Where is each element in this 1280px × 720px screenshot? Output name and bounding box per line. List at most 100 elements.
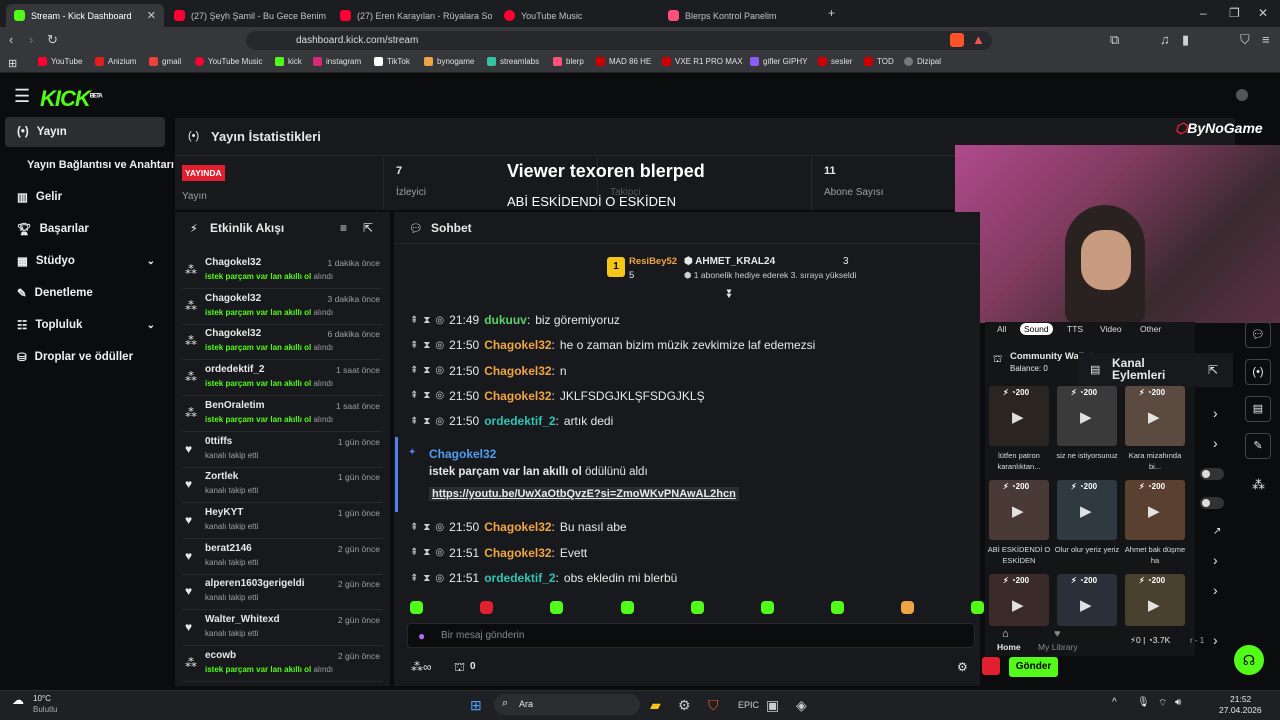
forward-icon[interactable]: › (29, 32, 33, 47)
scroll-down-icon[interactable]: ⏬︎ (727, 287, 733, 302)
sidebar-item-stream-key[interactable]: Yayın Bağlantısı ve Anahtarı (5, 150, 175, 180)
play-icon[interactable]: ▶ (1080, 596, 1092, 614)
brave-icon[interactable]: ⛉ (708, 697, 719, 714)
blerp-tab[interactable]: Other (1136, 323, 1165, 335)
play-icon[interactable]: ▶ (1080, 502, 1092, 520)
bookmark-tod[interactable]: TOD (864, 57, 894, 66)
send-button[interactable]: Gönder (1009, 657, 1058, 677)
shield-icon[interactable]: ⛉ (1240, 32, 1250, 48)
message-user[interactable]: Chagokel32 (484, 520, 551, 534)
message-user[interactable]: ordedektif_2 (484, 414, 555, 428)
event-user[interactable]: BenOraletim (205, 400, 264, 411)
leaderboard-first-user[interactable]: ResiBey52 (629, 256, 677, 267)
play-icon[interactable]: ▶ (1012, 596, 1024, 614)
event-user[interactable]: Chagokel32 (205, 257, 261, 268)
message-user[interactable]: Chagokel32 (484, 546, 551, 560)
apps-grid-icon[interactable]: ⊞ (8, 57, 17, 70)
weather-icon[interactable]: ☁ (12, 693, 24, 707)
blerp-clip[interactable]: ⚡︎ ◔200 ▶ (1057, 574, 1117, 626)
home-icon[interactable]: ⌂ (1002, 628, 1009, 640)
pin-icon[interactable]: ⇞ (410, 547, 418, 558)
blerp-clip[interactable]: ⚡︎ ◔200 ▶ (989, 480, 1049, 540)
minimize-icon[interactable]: – (1200, 6, 1207, 20)
hamburger-menu-icon[interactable]: ☰ (14, 86, 30, 107)
extensions-icon[interactable]: ⧉ (1110, 32, 1119, 48)
toggle-switch[interactable] (1200, 468, 1224, 480)
sidebar-item-studyo[interactable]: ▦ Stüdyo ⌄ (5, 246, 165, 276)
event-user[interactable]: Zortlek (205, 471, 238, 482)
epic-games-icon[interactable]: EPIC (738, 700, 759, 710)
brave-rewards-icon[interactable]: ▲ (972, 32, 985, 47)
timer-icon[interactable]: ⧗ (423, 340, 430, 351)
mic-icon[interactable]: ● (418, 629, 425, 643)
blerp-tab[interactable]: Video (1096, 323, 1126, 335)
store-icon[interactable]: ▣ (766, 697, 779, 714)
bookmark-mad86[interactable]: MAD 86 HE (596, 57, 651, 66)
bookmark-kick[interactable]: kick (275, 57, 302, 66)
stats-icon[interactable]: ↗ (1213, 526, 1221, 537)
blerp-clip[interactable]: ⚡︎ ◔200 ▶ (989, 386, 1049, 446)
play-icon[interactable]: ▶ (1080, 408, 1092, 426)
blerp-clip[interactable]: ⚡︎ ◔200 ▶ (1125, 386, 1185, 446)
message-user[interactable]: Chagokel32 (484, 389, 551, 403)
popout-icon[interactable]: ⇱ (363, 221, 373, 235)
emote-icon[interactable] (901, 601, 914, 614)
library-icon[interactable]: ♥ (1054, 628, 1061, 640)
steam-icon[interactable]: ⚙ (678, 697, 691, 714)
bookmark-gmail[interactable]: gmail (149, 57, 181, 66)
volume-icon[interactable]: 🔊︎ (1175, 697, 1181, 708)
bookmark-vxe[interactable]: VXE R1 PRO MAX (662, 57, 743, 66)
taskbar-search[interactable]: ⌕ Ara (494, 694, 640, 715)
bookmark-anizium[interactable]: Anizium (95, 57, 136, 66)
bookmark-youtube[interactable]: YouTube (38, 57, 82, 66)
layout-toggle-button[interactable]: ▤ (1245, 396, 1271, 422)
play-icon[interactable]: ▶ (1012, 408, 1024, 426)
play-icon[interactable]: ▶ (1012, 502, 1024, 520)
pin-icon[interactable]: ⇞ (410, 522, 418, 533)
reload-icon[interactable]: ↻ (47, 32, 58, 48)
event-user[interactable]: Walter_Whitexd (205, 614, 280, 625)
event-user[interactable]: ecowb (205, 650, 236, 661)
blerp-clip[interactable]: ⚡︎ ◔200 ▶ (1057, 386, 1117, 446)
blerp-extension-icon[interactable] (982, 657, 1000, 675)
pin-icon[interactable]: ⇞ (410, 365, 418, 376)
blerp-clip[interactable]: ⚡︎ ◔200 ▶ (1125, 574, 1185, 626)
play-icon[interactable]: ▶ (1148, 596, 1160, 614)
url-field[interactable]: dashboard.kick.com/stream (246, 31, 992, 50)
tab-youtube-1[interactable]: (27) Şeyh Şamil - Bu Gece Benim (166, 4, 326, 27)
music-icon[interactable]: ♫ (1160, 32, 1170, 47)
back-icon[interactable]: ‹ (9, 32, 13, 47)
timer-icon[interactable]: ⧗ (423, 573, 430, 584)
message-user[interactable]: ordedektif_2 (484, 571, 555, 585)
pin-icon[interactable]: ⇞ (410, 573, 418, 584)
close-window-icon[interactable]: ✕ (1258, 6, 1268, 20)
maximize-icon[interactable]: ❐ (1229, 6, 1240, 20)
timer-icon[interactable]: ⧗ (423, 547, 430, 558)
reward-link[interactable]: https://youtu.be/UwXaOtbQvzE?si=ZmoWKvPN… (429, 487, 739, 501)
filter-icon[interactable]: ≡ (340, 221, 347, 235)
microphone-icon[interactable]: 🎙︎ (1137, 697, 1150, 708)
library-tab[interactable]: My Library (1038, 642, 1078, 652)
event-user[interactable]: HeyKYT (205, 507, 243, 518)
blerp-clip[interactable]: ⚡︎ ◔200 ▶ (1057, 480, 1117, 540)
sidebar-item-droplar[interactable]: ⛁ Droplar ve ödüller (5, 342, 165, 372)
pin-icon[interactable]: ⇞ (410, 315, 418, 326)
timer-icon[interactable]: ⧗ (423, 365, 430, 376)
bookmark-instagram[interactable]: instagram (313, 57, 361, 66)
bookmark-sesler[interactable]: sesler (818, 57, 852, 66)
emote-icon[interactable] (621, 601, 634, 614)
support-headset-icon[interactable]: ☊ (1234, 645, 1264, 675)
message-user[interactable]: Chagokel32 (484, 338, 551, 352)
pin-icon[interactable]: ⇞ (410, 390, 418, 401)
home-tab[interactable]: Home (997, 642, 1021, 652)
chevron-right-icon[interactable]: › (1213, 552, 1218, 568)
bookmark-bynogame[interactable]: bynogame (424, 57, 474, 66)
close-tab-icon[interactable]: ✕ (147, 9, 156, 22)
emote-icon[interactable] (971, 601, 984, 614)
tab-kick-dashboard[interactable]: Stream - Kick Dashboard ✕ (6, 4, 164, 27)
reward-user[interactable]: Chagokel32 (429, 447, 496, 461)
new-tab-icon[interactable]: + (828, 6, 835, 20)
play-icon[interactable]: ▶ (1148, 408, 1160, 426)
kick-logo[interactable]: KICKBETA (40, 86, 103, 112)
pin-icon[interactable]: ⇞ (410, 416, 418, 427)
